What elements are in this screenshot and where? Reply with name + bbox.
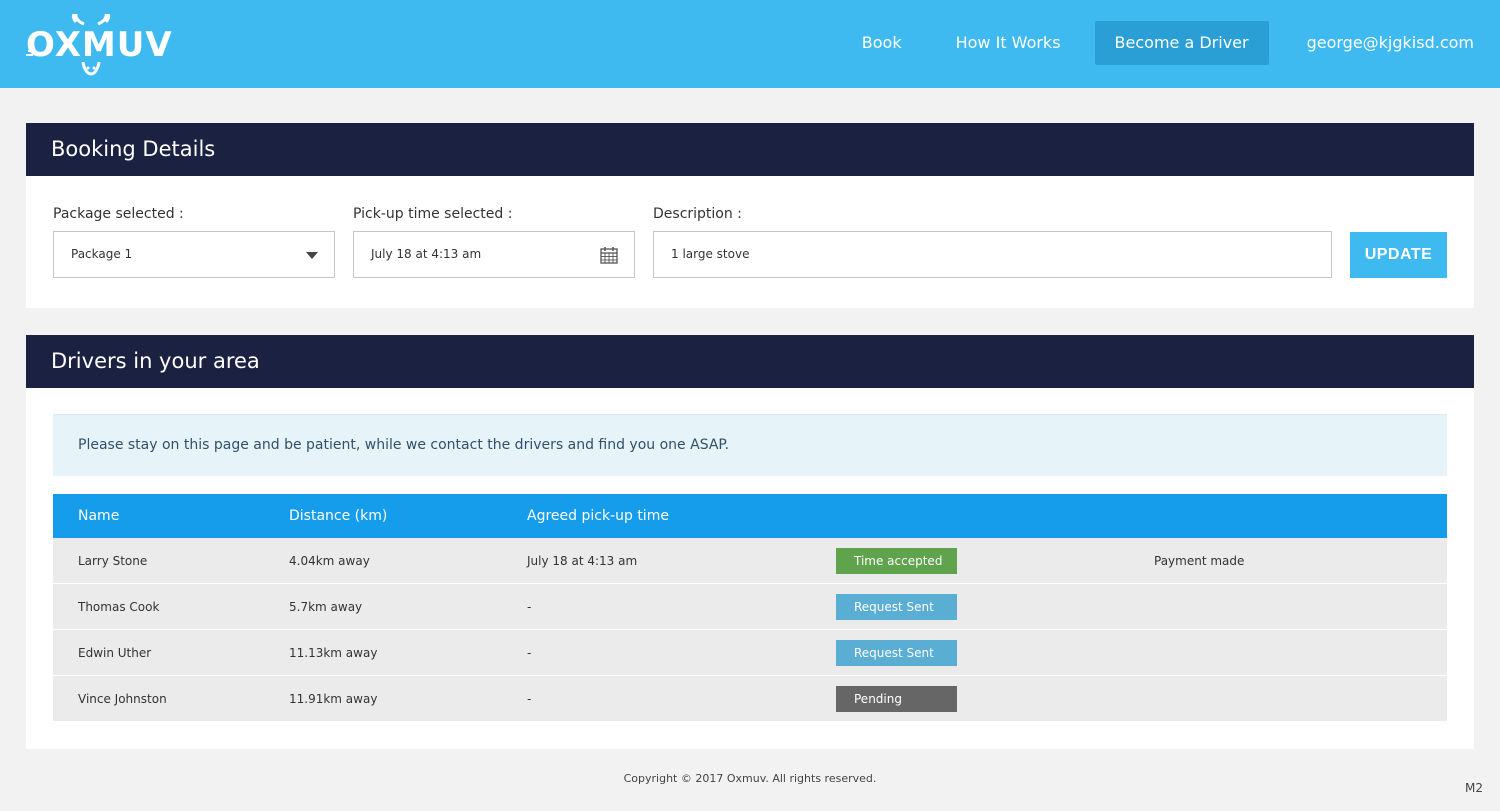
driver-name: Vince Johnston: [78, 692, 167, 706]
package-label: Package selected :: [53, 206, 184, 222]
version-label: M2: [1465, 781, 1483, 795]
driver-distance: 4.04km away: [289, 554, 370, 568]
oxmuv-logo[interactable]: OXMUV: [26, 14, 172, 76]
booking-details-heading: Booking Details: [26, 123, 1474, 176]
description-input[interactable]: 1 large stove: [653, 231, 1332, 278]
table-row[interactable]: Larry Stone 4.04km away July 18 at 4:13 …: [53, 538, 1447, 584]
driver-distance: 5.7km away: [289, 600, 363, 614]
calendar-icon[interactable]: [600, 246, 618, 264]
update-button[interactable]: UPDATE: [1350, 232, 1447, 278]
status-badge: Request Sent: [836, 594, 957, 620]
description-value: 1 large stove: [671, 247, 750, 261]
column-header-name: Name: [78, 508, 120, 524]
column-header-pickup-time: Agreed pick-up time: [527, 508, 669, 524]
nav-book-link[interactable]: Book: [842, 21, 922, 65]
table-row[interactable]: Vince Johnston 11.91km away - Pending: [53, 676, 1447, 722]
user-account-link[interactable]: george@kjgkisd.com: [1287, 21, 1500, 65]
payment-status: Payment made: [1154, 554, 1245, 568]
footer-copyright: Copyright © 2017 Oxmuv. All rights reser…: [623, 772, 877, 785]
driver-pickup-time: -: [527, 692, 532, 706]
table-row[interactable]: Thomas Cook 5.7km away - Request Sent: [53, 584, 1447, 630]
info-notice: Please stay on this page and be patient,…: [53, 414, 1447, 476]
driver-pickup-time: -: [527, 646, 532, 660]
pickup-time-label: Pick-up time selected :: [353, 206, 513, 222]
table-header: Name Distance (km) Agreed pick-up time: [53, 494, 1447, 538]
drivers-table: Name Distance (km) Agreed pick-up time L…: [53, 494, 1447, 722]
pickup-time-value: July 18 at 4:13 am: [371, 247, 482, 261]
logo-wordmark: OXMUV: [26, 25, 173, 65]
driver-pickup-time: -: [527, 600, 532, 614]
description-label: Description :: [653, 206, 742, 222]
driver-name: Thomas Cook: [78, 600, 160, 614]
driver-name: Larry Stone: [78, 554, 148, 568]
package-select-value: Package 1: [71, 247, 133, 261]
main-nav: Book How It Works Become a Driver george…: [842, 21, 1500, 65]
driver-distance: 11.91km away: [289, 692, 378, 706]
top-navigation-bar: OXMUV Book How It Works Become a Driver …: [0, 0, 1500, 88]
drivers-heading: Drivers in your area: [26, 335, 1474, 388]
driver-name: Edwin Uther: [78, 646, 152, 660]
package-select[interactable]: Package 1: [53, 231, 335, 278]
nav-how-it-works-link[interactable]: How It Works: [936, 21, 1081, 65]
nav-become-driver-link[interactable]: Become a Driver: [1094, 21, 1269, 65]
chevron-down-icon: [306, 252, 318, 259]
pickup-time-field[interactable]: July 18 at 4:13 am: [353, 231, 635, 278]
status-badge: Request Sent: [836, 640, 957, 666]
driver-pickup-time: July 18 at 4:13 am: [527, 554, 638, 568]
driver-distance: 11.13km away: [289, 646, 378, 660]
status-badge: Pending: [836, 686, 957, 712]
status-badge: Time accepted: [836, 548, 957, 574]
booking-details-panel: Booking Details: [26, 123, 1474, 308]
column-header-distance: Distance (km): [289, 508, 388, 524]
table-row[interactable]: Edwin Uther 11.13km away - Request Sent: [53, 630, 1447, 676]
